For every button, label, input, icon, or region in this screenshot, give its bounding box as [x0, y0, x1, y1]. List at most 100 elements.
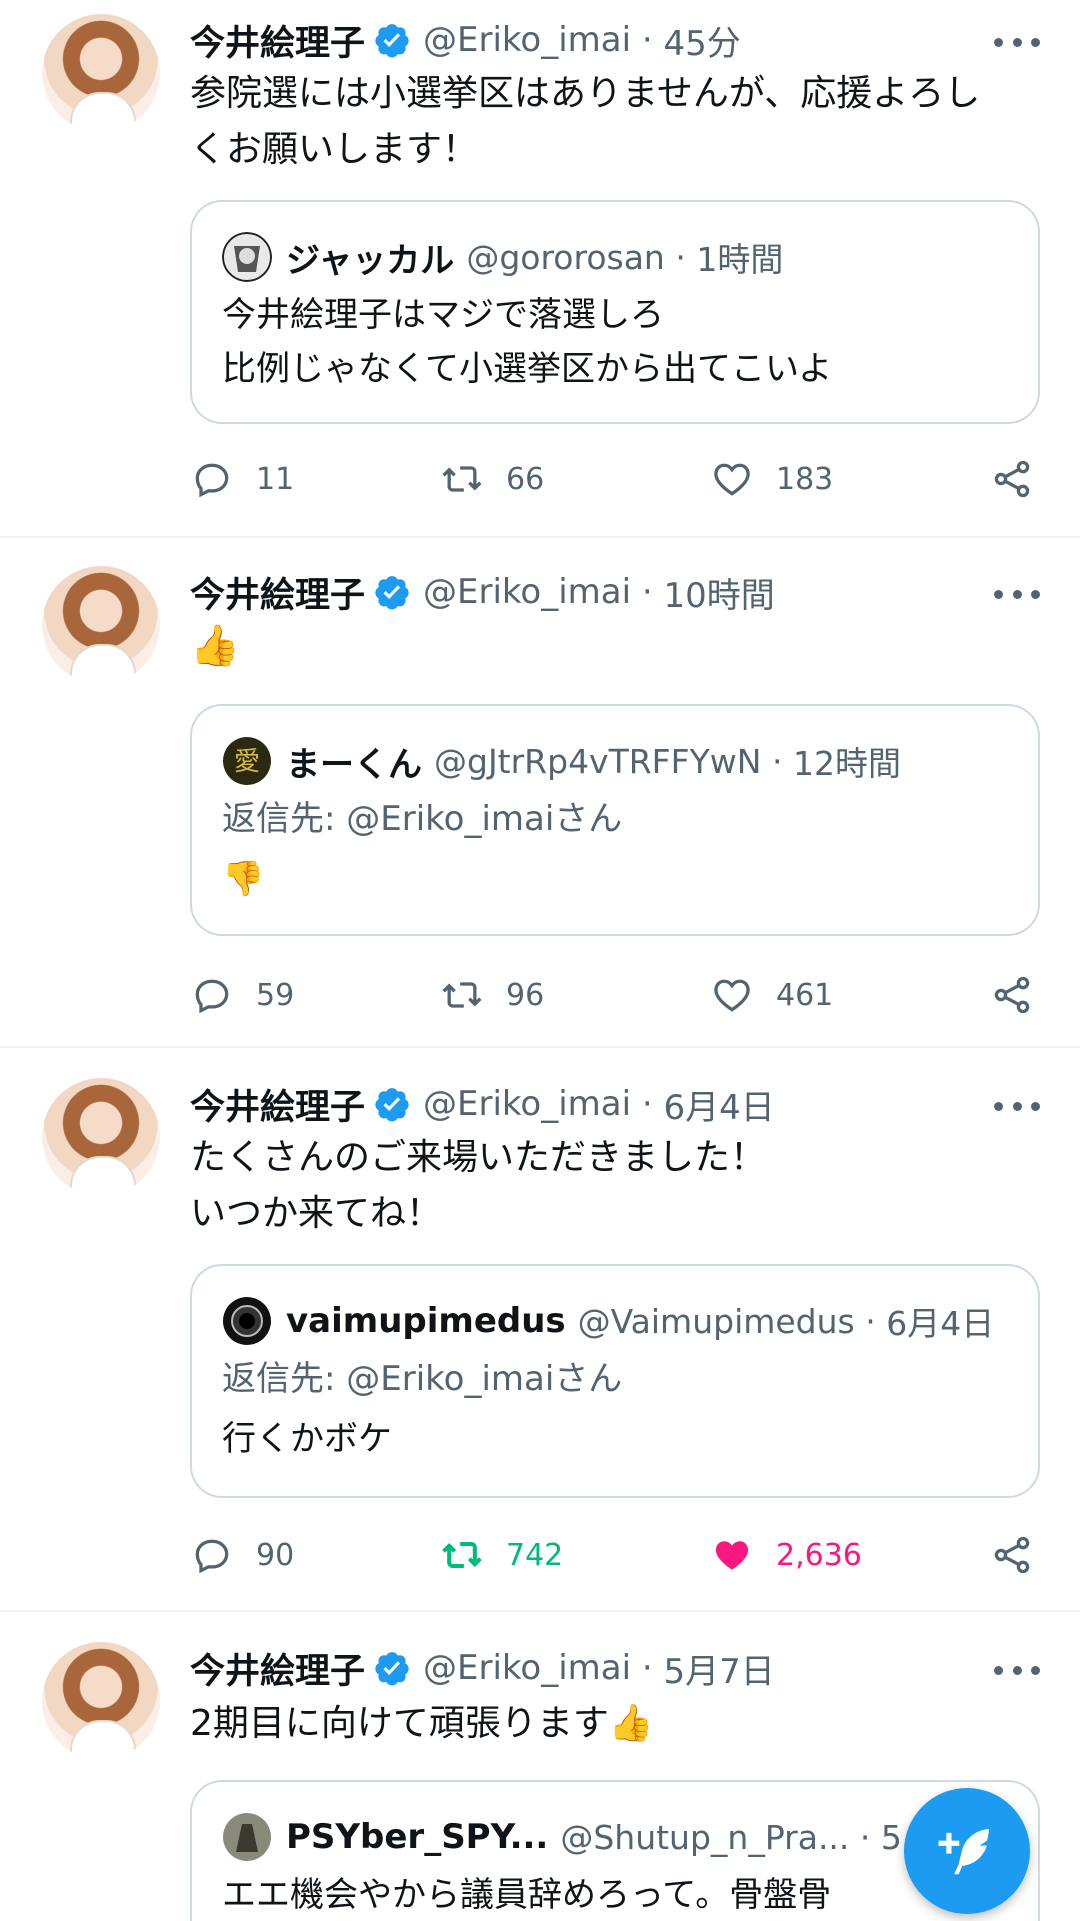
- handle[interactable]: @Eriko_imai: [423, 1084, 631, 1124]
- reply-button[interactable]: 59: [190, 970, 294, 1020]
- tweet-header: 今井絵理子 @Eriko_imai · 6月4日: [190, 1078, 775, 1130]
- heart-icon: [714, 463, 750, 496]
- quoted-text: 👎: [222, 859, 265, 899]
- quoted-tweet-header: PSYber_SPY... @Shutup_n_Pra... · 5: [222, 1812, 1008, 1862]
- separator: ·: [631, 20, 664, 60]
- like-button[interactable]: 183: [710, 454, 833, 504]
- quoted-tweet[interactable]: ジャッカル @gororosan · 1時間 今井絵理子はマジで落選しろ 比例じ…: [190, 200, 1040, 424]
- retweet-count: 66: [506, 461, 545, 497]
- tweet[interactable]: 今井絵理子 @Eriko_imai · 10時間 👍 愛 まーくん @gJtrR…: [0, 540, 1080, 1048]
- tweet[interactable]: 今井絵理子 @Eriko_imai · 45分 参院選には小選挙区はありませんが…: [0, 0, 1080, 538]
- quoted-display-name: PSYber_SPY...: [286, 1817, 549, 1857]
- retweet-button[interactable]: 96: [440, 970, 544, 1020]
- retweet-button[interactable]: 742: [440, 1530, 563, 1580]
- avatar[interactable]: [42, 1642, 160, 1760]
- tweet-actions: 11 66 183: [190, 454, 1040, 504]
- more-options-icon[interactable]: [994, 1096, 1040, 1116]
- quoted-handle: @Shutup_n_Pra...: [560, 1817, 850, 1857]
- reply-icon: [195, 979, 229, 1014]
- quoted-handle: @gJtrRp4vTRFFYwN: [434, 741, 762, 781]
- handle[interactable]: @Eriko_imai: [423, 572, 631, 612]
- retweet-button[interactable]: 66: [440, 454, 544, 504]
- tweet-text: 参院選には小選挙区はありませんが、応援よろし くお願いします！: [190, 73, 981, 170]
- quoted-tweet-header: ジャッカル @gororosan · 1時間: [222, 232, 1008, 282]
- separator: ·: [631, 1084, 664, 1124]
- quoted-timestamp: 12時間: [792, 744, 901, 783]
- quoted-text: 今井絵理子はマジで落選しろ 比例じゃなくて小選挙区から出てこいよ: [222, 295, 833, 389]
- verified-badge-icon: [375, 24, 409, 58]
- handle[interactable]: @Eriko_imai: [423, 20, 631, 60]
- retweet-count: 96: [506, 977, 545, 1013]
- tweet-header: 今井絵理子 @Eriko_imai · 10時間: [190, 566, 775, 618]
- quoted-handle: @gororosan: [466, 237, 665, 277]
- reply-count: 59: [256, 977, 295, 1013]
- quoted-avatar: 愛: [223, 737, 271, 785]
- display-name[interactable]: 今井絵理子: [190, 1643, 365, 1694]
- reply-context: 返信先: @Eriko_imaiさん: [222, 799, 623, 839]
- tweet[interactable]: 今井絵理子 @Eriko_imai · 6月4日 たくさんのご来場いただきました…: [0, 1050, 1080, 1612]
- reply-count: 90: [256, 1537, 295, 1573]
- timestamp[interactable]: 10時間: [664, 568, 775, 617]
- share-button[interactable]: [990, 970, 1034, 1020]
- quoted-tweet[interactable]: 愛 まーくん @gJtrRp4vTRFFYwN · 12時間 返信先: @Eri…: [190, 704, 1040, 936]
- quoted-display-name: vaimupimedus: [286, 1301, 566, 1341]
- like-count: 461: [776, 977, 834, 1013]
- tweet-text: 👍: [190, 623, 240, 669]
- quoted-avatar: [222, 232, 272, 282]
- tweet-actions: 59 96 461: [190, 970, 1040, 1020]
- tweet-header: 今井絵理子 @Eriko_imai · 45分: [190, 14, 741, 66]
- reply-button[interactable]: 11: [190, 454, 294, 504]
- avatar[interactable]: [42, 1078, 160, 1196]
- separator: ·: [854, 1301, 887, 1341]
- tweet-header: 今井絵理子 @Eriko_imai · 5月7日: [190, 1642, 775, 1694]
- share-icon: [994, 1536, 1030, 1574]
- verified-badge-icon: [375, 576, 409, 610]
- like-button[interactable]: 461: [710, 970, 833, 1020]
- display-name[interactable]: 今井絵理子: [190, 15, 365, 66]
- quoted-text: エエ機会やから議員辞めろって。骨盤骨: [222, 1875, 832, 1915]
- quoted-avatar: [223, 1813, 271, 1861]
- display-name[interactable]: 今井絵理子: [190, 1079, 365, 1130]
- reply-context: 返信先: @Eriko_imaiさん: [222, 1359, 623, 1399]
- tweet-text: 2期目に向けて頑張ります👍: [190, 1703, 654, 1744]
- timestamp[interactable]: 45分: [664, 16, 741, 65]
- quoted-display-name: まーくん: [286, 744, 422, 785]
- display-name[interactable]: 今井絵理子: [190, 567, 365, 618]
- heart-icon: [714, 979, 750, 1012]
- quoted-avatar: [223, 1297, 271, 1345]
- compose-tweet-button[interactable]: [904, 1788, 1030, 1914]
- quoted-handle: @Vaimupimedus: [577, 1301, 855, 1341]
- verified-badge-icon: [375, 1088, 409, 1122]
- compose-tweet-icon: [938, 1829, 989, 1875]
- more-options-icon[interactable]: [994, 1660, 1040, 1680]
- reply-button[interactable]: 90: [190, 1530, 294, 1580]
- like-button[interactable]: 2,636: [710, 1530, 862, 1580]
- quoted-tweet-header: 愛 まーくん @gJtrRp4vTRFFYwN · 12時間: [222, 736, 1008, 786]
- timestamp[interactable]: 6月4日: [664, 1080, 775, 1129]
- retweet-icon: [442, 982, 482, 1008]
- reply-icon: [195, 463, 229, 498]
- handle[interactable]: @Eriko_imai: [423, 1648, 631, 1688]
- like-count: 183: [776, 461, 834, 497]
- share-button[interactable]: [990, 454, 1034, 504]
- quoted-tweet[interactable]: vaimupimedus @Vaimupimedus · 6月4日 返信先: @…: [190, 1264, 1040, 1498]
- retweet-count: 742: [506, 1537, 564, 1573]
- share-button[interactable]: [990, 1530, 1034, 1580]
- separator: ·: [761, 741, 793, 781]
- separator: ·: [631, 1648, 664, 1688]
- timestamp[interactable]: 5月7日: [664, 1644, 775, 1693]
- avatar[interactable]: [42, 566, 160, 684]
- retweet-icon: [442, 466, 482, 492]
- more-options-icon[interactable]: [994, 32, 1040, 52]
- separator: ·: [849, 1817, 881, 1857]
- verified-badge-icon: [375, 1652, 409, 1686]
- quoted-tweet-header: vaimupimedus @Vaimupimedus · 6月4日: [222, 1296, 1008, 1346]
- reply-icon: [195, 1539, 229, 1574]
- avatar[interactable]: [42, 14, 160, 132]
- separator: ·: [664, 237, 697, 277]
- quoted-display-name: ジャッカル: [286, 240, 455, 281]
- separator: ·: [631, 572, 664, 612]
- share-icon: [994, 460, 1030, 498]
- heart-filled-icon: [715, 1541, 749, 1570]
- more-options-icon[interactable]: [994, 584, 1040, 604]
